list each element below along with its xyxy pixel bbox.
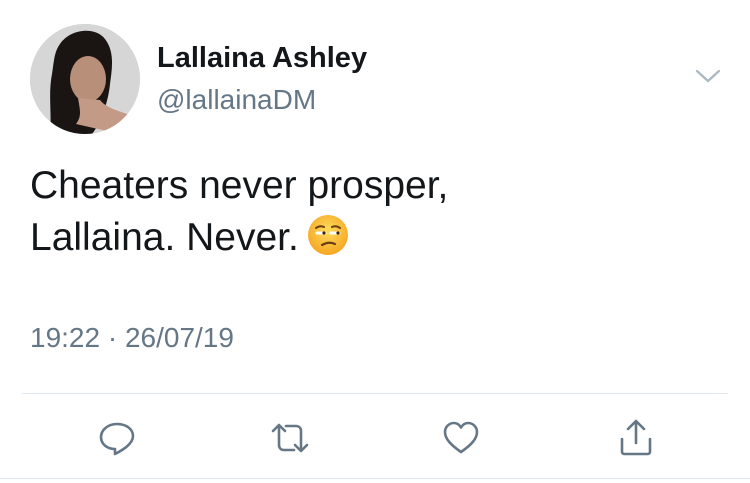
- reply-button[interactable]: [97, 418, 137, 458]
- tweet-text-line-2: Lallaina. Never.: [30, 212, 720, 264]
- tweet-text: Cheaters never prosper, Lallaina. Never.: [30, 160, 720, 264]
- avatar-image: [30, 24, 140, 134]
- retweet-icon: [271, 423, 309, 453]
- tweet-card: Lallaina Ashley @lallainaDM Cheaters nev…: [0, 0, 750, 483]
- reply-icon: [99, 422, 135, 456]
- share-icon: [620, 419, 652, 456]
- user-handle[interactable]: @lallainaDM: [157, 84, 316, 116]
- tweet-timestamp[interactable]: 19:22 · 26/07/19: [30, 322, 234, 354]
- chevron-down-icon[interactable]: [694, 66, 722, 86]
- like-button[interactable]: [441, 418, 481, 458]
- share-button[interactable]: [616, 418, 656, 458]
- unamused-face-emoji-icon: [307, 214, 349, 256]
- tweet-text-line-1: Cheaters never prosper,: [30, 164, 449, 207]
- display-name[interactable]: Lallaina Ashley: [157, 42, 367, 75]
- divider: [22, 393, 728, 394]
- bottom-divider: [0, 478, 750, 479]
- tweet-text-line-2-text: Lallaina. Never.: [30, 216, 299, 259]
- retweet-button[interactable]: [270, 418, 310, 458]
- avatar[interactable]: [30, 24, 140, 134]
- like-icon: [443, 421, 479, 454]
